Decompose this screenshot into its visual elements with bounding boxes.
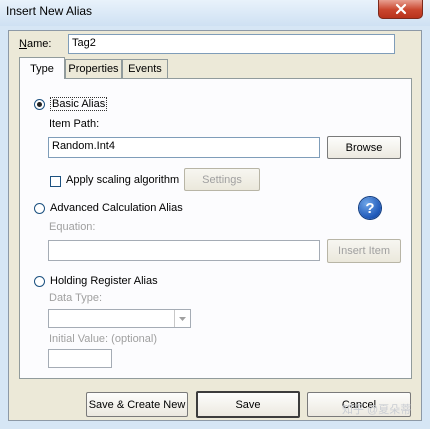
insert-item-button[interactable]: Insert Item [327,239,401,263]
save-button-label: Save [235,398,261,411]
chevron-down-icon [174,310,190,327]
help-icon[interactable]: ? [359,197,381,219]
close-icon [395,3,406,15]
basic-alias-label: Basic Alias [50,97,108,111]
advanced-alias-radio[interactable] [34,203,45,214]
holding-register-radio[interactable] [34,276,45,287]
browse-button[interactable]: Browse [327,136,401,159]
name-label: Name: [19,38,52,50]
close-button[interactable] [378,0,423,19]
tab-events-label: Events [128,63,162,75]
tab-properties[interactable]: Properties [65,59,122,78]
insert-item-button-label: Insert Item [338,245,390,257]
title-bar: Insert New Alias [0,0,430,26]
equation-label: Equation: [49,221,96,233]
watermark: 知乎 @夏朵蒂 [342,404,412,416]
browse-button-label: Browse [345,141,383,154]
tab-type[interactable]: Type [19,57,65,79]
settings-button-label: Settings [202,173,242,186]
apply-scaling-label: Apply scaling algorithm [66,174,180,186]
save-create-new-button[interactable]: Save & Create New [86,392,188,417]
basic-alias-radio[interactable] [34,99,45,110]
window-title: Insert New Alias [6,4,93,18]
item-path-label: Item Path: [49,118,100,130]
apply-scaling-checkbox[interactable] [50,176,61,187]
advanced-alias-label: Advanced Calculation Alias [50,202,183,214]
initial-value-label: Initial Value: (optional) [49,333,158,345]
equation-input[interactable] [48,240,320,261]
tab-properties-label: Properties [68,63,119,75]
initial-value-input[interactable] [48,349,112,368]
tab-events[interactable]: Events [122,59,168,78]
dialog-client: Name: Tag2 Type Properties Events Basic … [8,30,422,421]
save-button[interactable]: Save [196,391,300,418]
holding-register-label: Holding Register Alias [50,275,158,287]
item-path-input[interactable]: Random.Int4 [48,137,320,158]
tab-type-label: Type [30,62,54,75]
data-type-select[interactable] [48,309,191,328]
tab-panel-type: Basic Alias Item Path: Random.Int4 Brows… [19,78,412,379]
save-create-new-label: Save & Create New [88,398,186,411]
settings-button[interactable]: Settings [184,168,260,191]
data-type-label: Data Type: [49,292,102,304]
name-input[interactable]: Tag2 [68,34,395,54]
